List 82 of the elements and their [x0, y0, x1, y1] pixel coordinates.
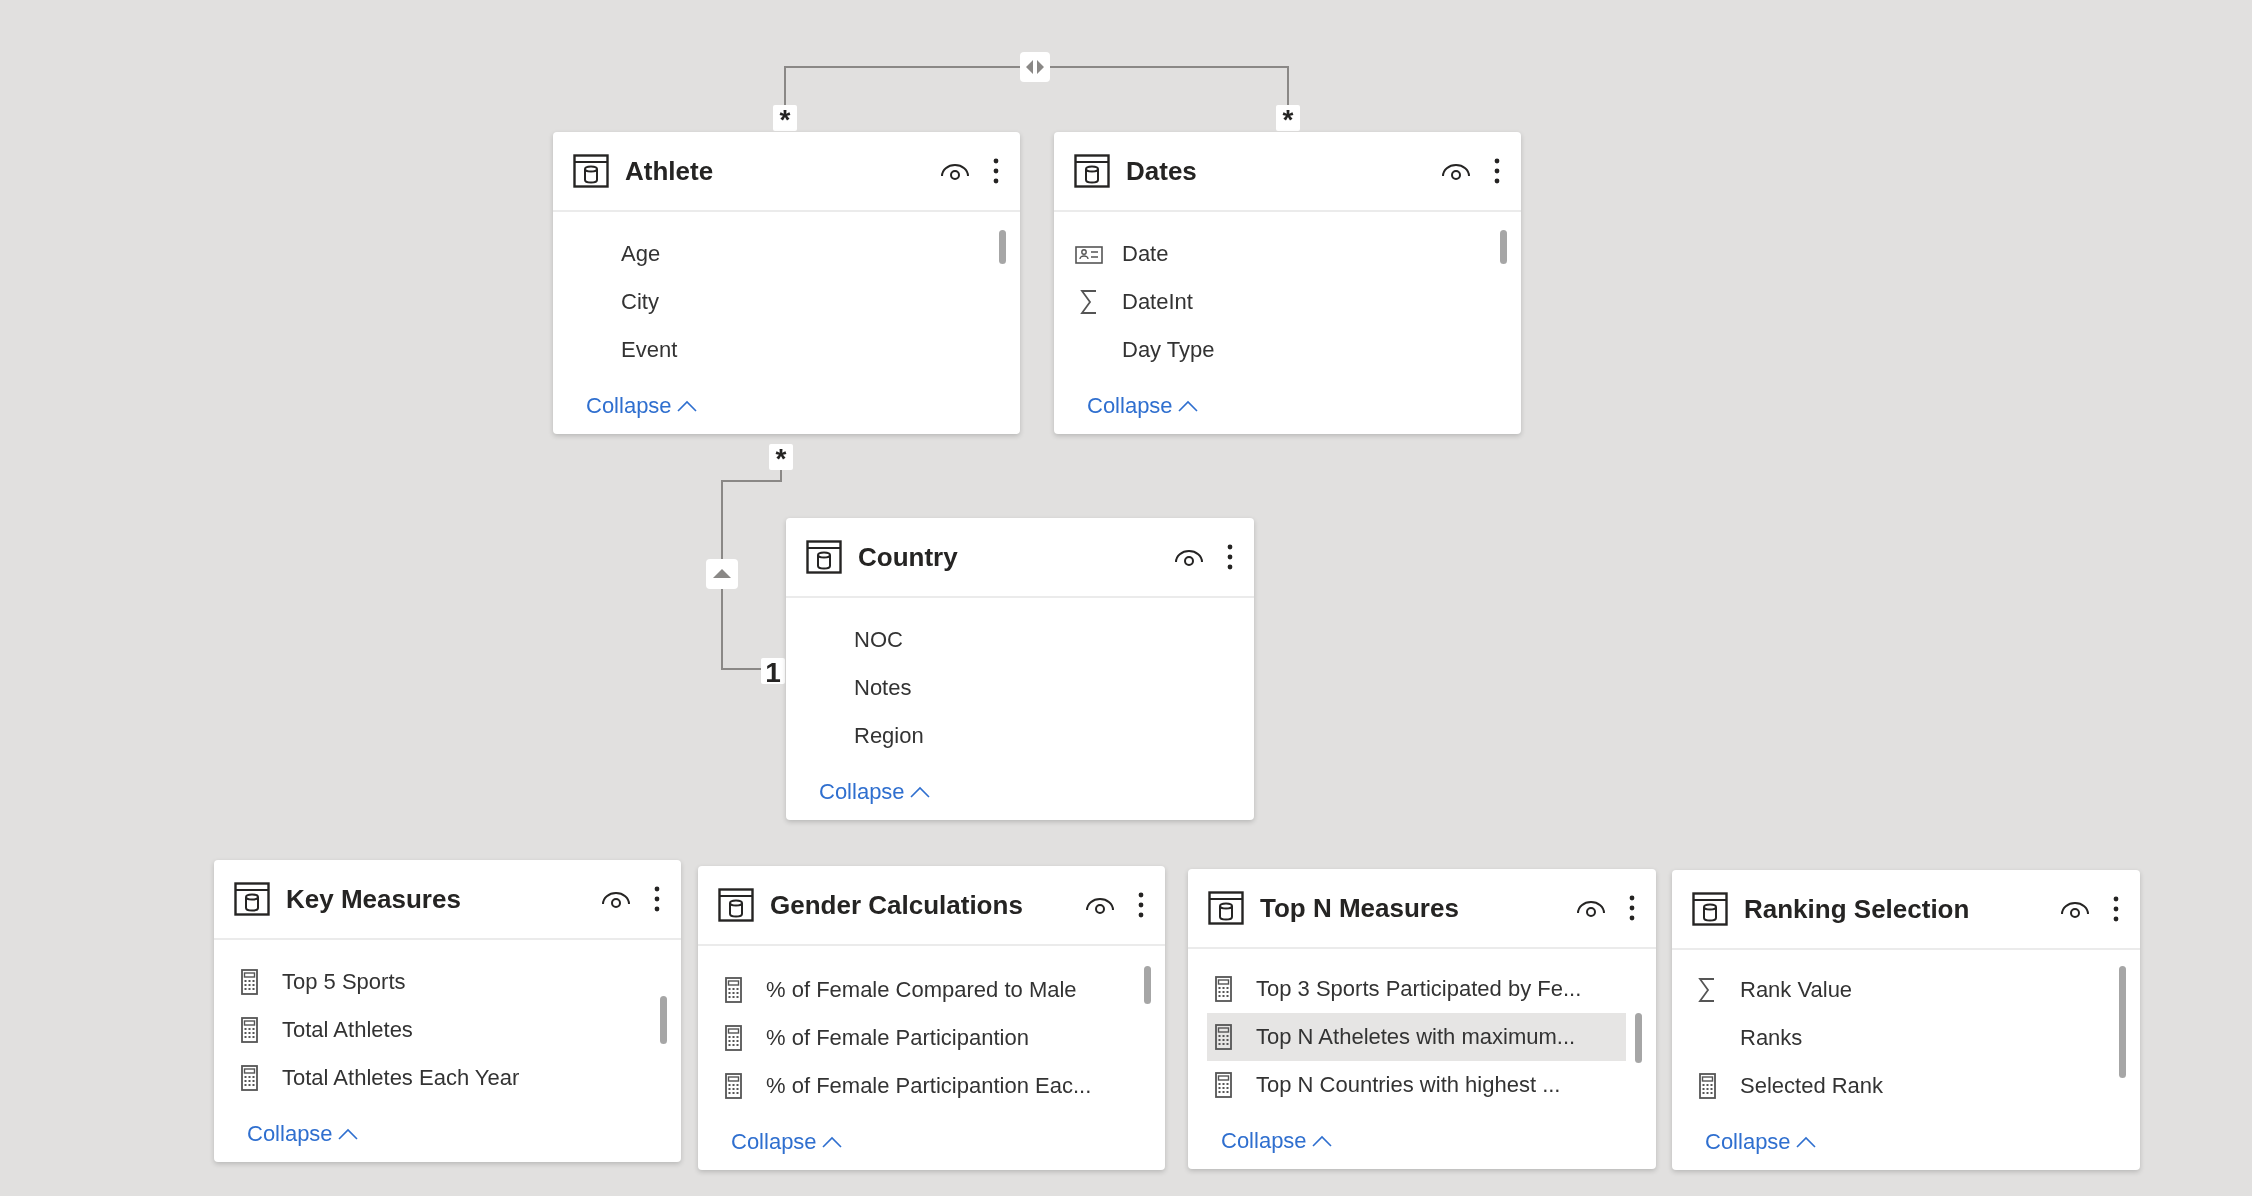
- cardinality-label: 1: [761, 658, 785, 684]
- collapse-link[interactable]: Collapse: [1087, 388, 1199, 424]
- field-item[interactable]: DateInt: [1073, 278, 1491, 326]
- table-icon: [573, 154, 609, 188]
- chevron-up-icon: [336, 1127, 359, 1141]
- cardinality-label: *: [1276, 105, 1300, 131]
- more-options-icon[interactable]: [1137, 891, 1145, 919]
- single-direction-filter-icon[interactable]: [706, 559, 738, 589]
- collapse-link[interactable]: Collapse: [586, 388, 698, 424]
- collapse-link[interactable]: Collapse: [1221, 1123, 1333, 1159]
- table-card[interactable]: Dates Date DateInt Day Type Collapse: [1054, 132, 1521, 434]
- field-item[interactable]: City: [572, 278, 990, 326]
- chevron-up-icon: [820, 1135, 843, 1149]
- table-icon: [1208, 891, 1244, 925]
- table-card[interactable]: Gender Calculations % of Female Compared to Male % of Female Participantion % of Female Participantion Eac... Collapse: [698, 866, 1165, 1170]
- scrollbar-thumb[interactable]: [1500, 230, 1507, 264]
- table-title: Country: [858, 541, 959, 573]
- table-card[interactable]: Athlete Age City Event Collapse: [553, 132, 1020, 434]
- table-icon: [234, 882, 270, 916]
- field-item[interactable]: Region: [805, 712, 1224, 760]
- collapse-link[interactable]: Collapse: [1705, 1124, 1817, 1160]
- table-title: Top N Measures: [1260, 892, 1460, 924]
- table-icon: [1692, 892, 1728, 926]
- field-item[interactable]: Age: [572, 230, 990, 278]
- collapse-link[interactable]: Collapse: [731, 1124, 843, 1160]
- cardinality-label: *: [769, 444, 793, 470]
- table-card[interactable]: Ranking Selection Rank Value Ranks Selected Rank Collapse: [1672, 870, 2140, 1170]
- field-item[interactable]: % of Female Participantion Eac...: [717, 1062, 1135, 1110]
- table-title: Gender Calculations: [770, 889, 1024, 921]
- cardinality-label: *: [773, 105, 797, 131]
- field-item[interactable]: Selected Rank: [1691, 1062, 2110, 1110]
- field-item[interactable]: Top 5 Sports: [233, 958, 651, 1006]
- more-options-icon[interactable]: [992, 157, 1000, 185]
- field-item[interactable]: Notes: [805, 664, 1224, 712]
- collapse-link[interactable]: Collapse: [247, 1116, 359, 1152]
- visibility-icon[interactable]: [2060, 899, 2090, 919]
- collapse-link[interactable]: Collapse: [819, 774, 931, 810]
- visibility-icon[interactable]: [1576, 898, 1606, 918]
- scrollbar-thumb[interactable]: [1144, 966, 1151, 1004]
- scrollbar-thumb[interactable]: [999, 230, 1006, 264]
- field-item[interactable]: Top N Countries with highest ...: [1207, 1061, 1626, 1109]
- field-item[interactable]: Top N Atheletes with maximum...: [1207, 1013, 1626, 1061]
- more-options-icon[interactable]: [1226, 543, 1234, 571]
- visibility-icon[interactable]: [940, 161, 970, 181]
- more-options-icon[interactable]: [1628, 894, 1636, 922]
- scrollbar-thumb[interactable]: [660, 996, 667, 1044]
- chevron-up-icon: [1310, 1134, 1333, 1148]
- more-options-icon[interactable]: [1493, 157, 1501, 185]
- visibility-icon[interactable]: [1085, 895, 1115, 915]
- field-item[interactable]: Ranks: [1691, 1014, 2110, 1062]
- table-card[interactable]: Top N Measures Top 3 Sports Participated by Fe... Top N Atheletes with maximum... Top N Countries with highest ... Collapse: [1188, 869, 1656, 1169]
- table-title: Key Measures: [286, 883, 462, 915]
- table-title: Dates: [1126, 155, 1198, 187]
- visibility-icon[interactable]: [1174, 547, 1204, 567]
- table-icon: [806, 540, 842, 574]
- chevron-up-icon: [1794, 1135, 1817, 1149]
- field-item[interactable]: NOC: [805, 616, 1224, 664]
- field-item[interactable]: Event: [572, 326, 990, 374]
- chevron-up-icon: [1176, 399, 1199, 413]
- table-icon: [1074, 154, 1110, 188]
- field-item[interactable]: Date: [1073, 230, 1491, 278]
- visibility-icon[interactable]: [601, 889, 631, 909]
- table-icon: [718, 888, 754, 922]
- chevron-up-icon: [908, 785, 931, 799]
- table-card[interactable]: Key Measures Top 5 Sports Total Athletes Total Athletes Each Year Collapse: [214, 860, 681, 1162]
- table-title: Athlete: [625, 155, 715, 187]
- table-card[interactable]: Country NOC Notes Region Collapse: [786, 518, 1254, 820]
- bidirectional-filter-icon[interactable]: [1020, 52, 1050, 82]
- field-item[interactable]: Day Type: [1073, 326, 1491, 374]
- field-item[interactable]: Top 3 Sports Participated by Fe...: [1207, 965, 1626, 1013]
- more-options-icon[interactable]: [653, 885, 661, 913]
- field-item[interactable]: Total Athletes: [233, 1006, 651, 1054]
- field-item[interactable]: % of Female Participantion: [717, 1014, 1135, 1062]
- field-item[interactable]: % of Female Compared to Male: [717, 966, 1135, 1014]
- scrollbar-thumb[interactable]: [1635, 1013, 1642, 1063]
- field-item[interactable]: Rank Value: [1691, 966, 2110, 1014]
- more-options-icon[interactable]: [2112, 895, 2120, 923]
- scrollbar-thumb[interactable]: [2119, 966, 2126, 1078]
- table-title: Ranking Selection: [1744, 893, 1971, 925]
- field-item[interactable]: Total Athletes Each Year: [233, 1054, 651, 1102]
- visibility-icon[interactable]: [1441, 161, 1471, 181]
- chevron-up-icon: [675, 399, 698, 413]
